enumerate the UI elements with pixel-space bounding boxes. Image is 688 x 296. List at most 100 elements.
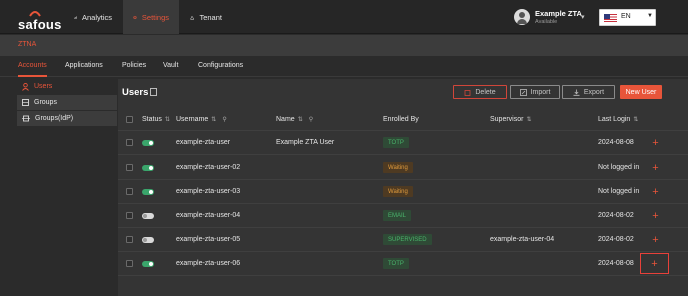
sidebar-item-groups[interactable]: Groups [17,95,117,110]
chevron-down-icon: ▼ [647,13,653,19]
import-label: Import [530,88,551,96]
avatar [514,9,530,25]
name-cell: Example ZTA User [276,139,335,146]
logo-mark-icon [29,11,41,17]
status-toggle[interactable] [142,213,154,219]
table-row[interactable]: example-zta-user-05 SUPERVISED example-z… [118,228,688,252]
column-header-username[interactable]: Username ⇅ ⚲ [176,116,227,123]
table-row[interactable]: example-zta-user-06 TOTP 2024-08-08 + [118,252,688,276]
status-toggle[interactable] [142,237,154,243]
user-icon [22,82,29,91]
section-title: ZTNA [18,41,37,48]
header-label: Last Login [598,116,631,123]
table-header: Status ⇅ Username ⇅ ⚲ Name ⇅ ⚲ Enrolled By Su… [118,109,688,131]
user-menu[interactable]: Example ZTA Available ▾ [514,7,592,27]
username-cell: example-zta-user [176,139,231,146]
new-user-label: New User [625,88,657,96]
sort-icon[interactable]: ⇅ [526,117,531,123]
page-title: Users [122,87,149,98]
username-cell: example-zta-user-06 [176,260,241,267]
import-icon [519,88,527,96]
search-icon[interactable]: ⚲ [309,117,313,123]
header-label: Username [176,116,209,123]
tab-applications[interactable]: Applications [65,62,103,69]
sort-icon[interactable]: ⇅ [211,117,216,123]
status-toggle[interactable] [142,165,154,171]
nav-settings[interactable]: Settings [123,0,179,34]
us-flag-icon [604,14,617,22]
user-status: Available [535,19,558,25]
nav-analytics[interactable]: Analytics [64,0,122,34]
row-checkbox[interactable] [126,139,133,146]
header-label: Status [142,116,162,123]
table-row[interactable]: example-zta-user-03 Waiting Not logged i… [118,180,688,204]
import-button[interactable]: Import [510,85,560,99]
users-panel: Users Delete Import Export New User Stat… [118,79,688,296]
status-toggle[interactable] [142,189,154,195]
user-name: Example ZTA [535,9,582,18]
last-login-cell: 2024-08-08 [598,260,634,267]
nav-tenant[interactable]: Tenant [180,0,232,34]
search-icon[interactable]: ⚲ [222,117,226,123]
column-header-status[interactable]: Status ⇅ [142,116,170,123]
nav-tenant-label: Tenant [199,12,222,22]
sort-icon[interactable]: ⇅ [165,117,170,123]
status-toggle[interactable] [142,261,154,267]
delete-button[interactable]: Delete [453,85,507,99]
enrolled-badge: Waiting [383,162,413,173]
username-cell: example-zta-user-05 [176,236,241,243]
chevron-down-icon: ▾ [581,14,585,21]
enrolled-badge: TOTP [383,137,409,148]
last-login-cell: 2024-08-02 [598,212,634,219]
language-select[interactable]: EN ▼ [599,9,656,26]
enrolled-badge: Waiting [383,186,413,197]
tab-policies[interactable]: Policies [122,62,146,69]
trash-icon [464,89,471,96]
sidebar-item-users[interactable]: Users [17,79,117,94]
table-row[interactable]: example-zta-user Example ZTA User TOTP 2… [118,131,688,155]
add-icon[interactable]: + [648,208,663,223]
sidebar-item-label: Users [34,83,53,90]
tab-configurations[interactable]: Configurations [198,62,243,69]
export-button[interactable]: Export [562,85,615,99]
last-login-cell: 2024-08-02 [598,236,634,243]
column-header-supervisor[interactable]: Supervisor ⇅ [490,116,532,123]
add-icon[interactable]: + [648,135,663,150]
nav-analytics-label: Analytics [81,12,112,22]
column-header-enrolled-by: Enrolled By [383,116,419,123]
language-value: EN [621,13,631,20]
status-toggle[interactable] [142,140,154,146]
column-header-name[interactable]: Name ⇅ ⚲ [276,116,313,123]
username-cell: example-zta-user-03 [176,188,241,195]
row-checkbox[interactable] [126,236,133,243]
table-row[interactable]: example-zta-user-04 EMAIL 2024-08-02 + [118,204,688,228]
brand-logo[interactable]: safous [16,8,62,32]
column-header-last-login[interactable]: Last Login ⇅ [598,116,638,123]
row-checkbox[interactable] [126,188,133,195]
idp-groups-icon [22,115,30,122]
new-user-button[interactable]: New User [620,85,662,99]
groups-icon [22,99,29,106]
table-row[interactable]: example-zta-user-02 Waiting Not logged i… [118,156,688,180]
row-checkbox[interactable] [126,260,133,267]
enrolled-badge: TOTP [383,258,409,269]
select-all-checkbox[interactable] [126,116,133,123]
tab-vault[interactable]: Vault [163,62,178,69]
document-icon[interactable] [150,88,157,96]
sort-icon[interactable]: ⇅ [633,117,638,123]
tab-accounts[interactable]: Accounts [18,62,47,77]
header-label: Name [276,116,295,123]
enrolled-badge: SUPERVISED [383,234,432,245]
add-icon[interactable]: + [648,160,663,175]
add-icon[interactable]: + [648,232,663,247]
row-checkbox[interactable] [126,212,133,219]
delete-label: Delete [475,88,496,96]
row-checkbox[interactable] [126,164,133,171]
sidebar-item-groups-idp[interactable]: Groups(IdP) [17,111,117,126]
section-bar: ZTNA [0,35,688,56]
add-icon[interactable]: + [640,253,669,274]
gear-icon [133,15,137,19]
header-label: Supervisor [490,116,524,123]
sort-icon[interactable]: ⇅ [298,117,303,123]
add-icon[interactable]: + [648,184,663,199]
